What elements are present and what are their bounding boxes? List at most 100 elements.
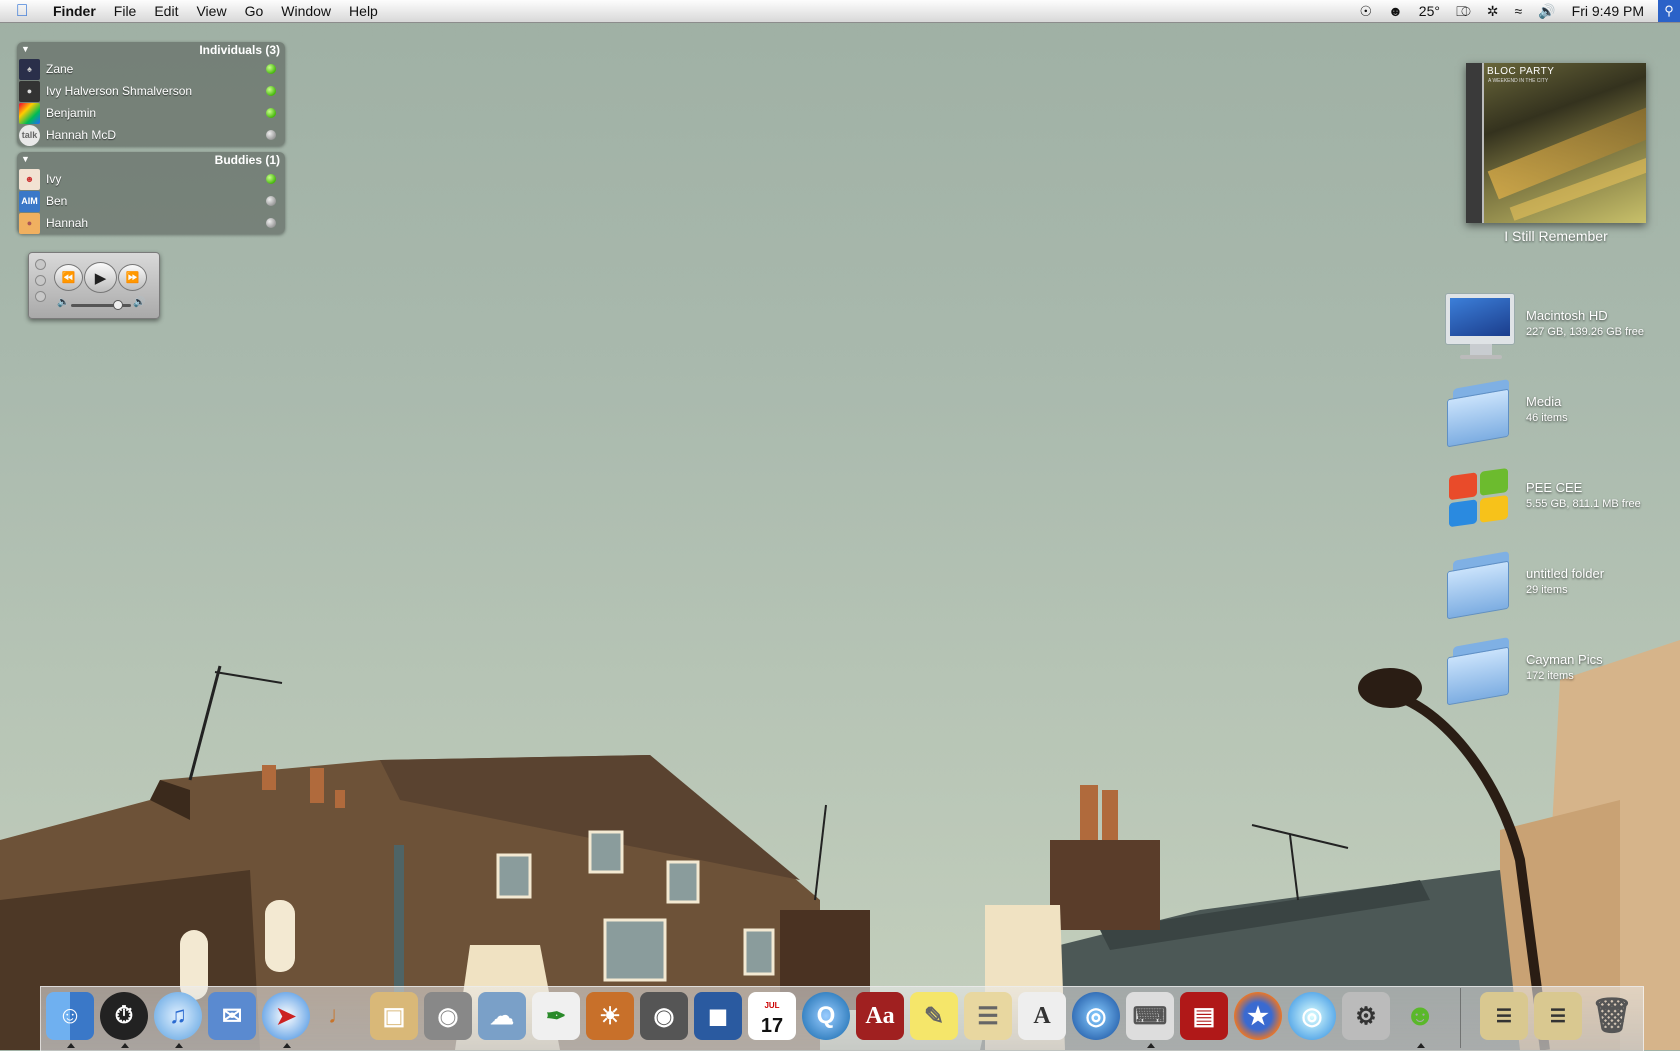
preview-icon: ▣ <box>370 992 418 1040</box>
menu-window[interactable]: Window <box>272 0 340 22</box>
group-header[interactable]: ▼ Individuals (3) <box>17 42 285 58</box>
menu-view[interactable]: View <box>187 0 235 22</box>
next-track-button[interactable]: ⏩ <box>118 264 147 291</box>
dock-notes-stack[interactable]: ☰ <box>1478 990 1530 1046</box>
dock-apps: ☺ ⏱ ♫ ✉ ➤ ♩ ▣ ◉ ☁ ✒ ☀ ◉ ◼ JUL 17 Q Aa ✎ ☰… <box>44 990 1446 1048</box>
play-button[interactable]: ▶ <box>84 262 117 293</box>
dock-garageband[interactable]: ♩ <box>314 990 366 1046</box>
calendar-month: JUL <box>764 1001 780 1010</box>
folder-icon <box>1443 634 1513 706</box>
buddy-row[interactable]: ● Hannah <box>17 212 285 234</box>
offline-status-icon <box>266 196 276 206</box>
desktop-icon-info: 46 items <box>1526 412 1568 424</box>
dock-finder[interactable]: ☺ <box>44 990 96 1048</box>
running-indicator <box>67 1043 75 1048</box>
imac-icon <box>1443 290 1515 360</box>
dock-dashboard[interactable]: ⏱ <box>98 990 150 1048</box>
buddy-row[interactable]: Benjamin <box>17 102 285 124</box>
buddy-row[interactable]: AIM Ben <box>17 190 285 212</box>
album-art-graphic <box>1487 96 1646 200</box>
close-window-button[interactable] <box>35 259 46 270</box>
desktop-icon-macintosh-hd[interactable]: Macintosh HD 227 GB, 139.26 GB free <box>1443 290 1673 360</box>
menu-go[interactable]: Go <box>236 0 273 22</box>
font-book-icon: A <box>1018 992 1066 1040</box>
dock-front-row[interactable]: ▤ <box>1178 990 1230 1046</box>
dock-photo-booth[interactable]: ◉ <box>638 990 690 1046</box>
desktop-icon-cayman-pics[interactable]: Cayman Pics 172 items <box>1443 634 1673 706</box>
album-art-title: BLOC PARTY <box>1487 66 1555 77</box>
online-status-icon <box>266 64 276 74</box>
group-header[interactable]: ▼ Buddies (1) <box>17 152 285 168</box>
dock-adium[interactable]: ☻ <box>1394 990 1446 1048</box>
desktop-icon-pee-cee[interactable]: PEE CEE 5.55 GB, 811.1 MB free <box>1443 462 1673 532</box>
apple-menu-icon[interactable]:  <box>0 1 44 21</box>
album-art[interactable]: BLOC PARTY A WEEKEND IN THE CITY <box>1466 63 1646 223</box>
dock-mail[interactable]: ✉ <box>206 990 258 1046</box>
buddy-row[interactable]: ● Ivy Halverson Shmalverson <box>17 80 285 102</box>
adium-duck-icon: ☻ <box>1404 999 1436 1032</box>
dock-quicktime[interactable]: Q <box>800 990 852 1046</box>
dock-itunes[interactable]: ♫ <box>152 990 204 1048</box>
dock-pages[interactable]: ✒ <box>530 990 582 1046</box>
dock-dictionary[interactable]: Aa <box>854 990 906 1046</box>
disclosure-triangle-icon[interactable]: ▼ <box>21 154 30 164</box>
menu-file[interactable]: File <box>105 0 146 22</box>
menu-finder[interactable]: Finder <box>44 0 105 22</box>
aim-avatar: AIM <box>19 190 40 212</box>
dock-aperture[interactable]: ☀ <box>584 990 636 1046</box>
menu-clock[interactable]: Fri 9:49 PM <box>1564 0 1652 22</box>
front-row-icon: ▤ <box>1180 992 1228 1040</box>
volume-icon[interactable]: 🔊 <box>1530 0 1563 22</box>
dock-imovie[interactable]: ◼ <box>692 990 744 1046</box>
dock-trash[interactable]: 🗑 <box>1586 990 1638 1046</box>
weather-temperature[interactable]: 25° <box>1411 0 1448 22</box>
dock-preview[interactable]: ▣ <box>368 990 420 1046</box>
document-icon: ☰ <box>1480 992 1528 1040</box>
time-machine-icon[interactable]: ☉ <box>1352 0 1381 22</box>
buddy-row[interactable]: ♠ Zane <box>17 58 285 80</box>
dock-system-preferences[interactable]: ⚙ <box>1340 990 1392 1046</box>
desktop-icon-untitled-folder[interactable]: untitled folder 29 items <box>1443 548 1673 620</box>
volume-slider-knob[interactable] <box>113 300 123 310</box>
dock-documents-stack[interactable]: ☰ <box>1532 990 1584 1046</box>
dock-textedit[interactable]: ☰ <box>962 990 1014 1046</box>
dock-image-capture[interactable]: ◉ <box>422 990 474 1046</box>
disclosure-triangle-icon[interactable]: ▼ <box>21 44 30 54</box>
desktop-icon-media[interactable]: Media 46 items <box>1443 376 1673 448</box>
dock-network[interactable]: ◎ <box>1286 990 1338 1046</box>
dock-google-earth[interactable]: ◎ <box>1070 990 1122 1046</box>
dashboard-icon: ⏱ <box>100 992 148 1040</box>
wifi-icon[interactable]: ≈ <box>1507 0 1531 22</box>
bluetooth-icon[interactable]: ✲ <box>1479 0 1507 22</box>
system-profiler-icon: ⌨ <box>1126 992 1174 1040</box>
buddy-row[interactable]: talk Hannah McD <box>17 124 285 146</box>
running-indicator <box>121 1043 129 1048</box>
dock-font-book[interactable]: A <box>1016 990 1068 1046</box>
previous-track-button[interactable]: ⏪ <box>54 264 83 291</box>
dock-firefox[interactable]: ★ <box>1232 990 1284 1046</box>
dock-iphoto[interactable]: ☁ <box>476 990 528 1046</box>
menu-help[interactable]: Help <box>340 0 387 22</box>
offline-status-icon <box>266 130 276 140</box>
trash-icon: 🗑 <box>1590 997 1634 1035</box>
dock-system-profiler[interactable]: ⌨ <box>1124 990 1176 1048</box>
running-indicator <box>283 1043 291 1048</box>
buddy-name: Ivy <box>46 172 62 186</box>
adium-status-icon[interactable]: ☻ <box>1380 0 1411 22</box>
dock-safari[interactable]: ➤ <box>260 990 312 1048</box>
buddy-row[interactable]: ☻ Ivy <box>17 168 285 190</box>
stickies-icon: ✎ <box>910 992 958 1040</box>
dock-stickies[interactable]: ✎ <box>908 990 960 1046</box>
zoom-window-button[interactable] <box>35 291 46 302</box>
iphoto-icon: ☁ <box>478 992 526 1040</box>
buddy-avatar <box>19 102 40 124</box>
headphones-icon[interactable]: ⎄ <box>1448 0 1479 22</box>
spotlight-icon[interactable]: ⚲ <box>1658 0 1680 22</box>
buddy-name: Ben <box>46 194 68 208</box>
itunes-icon: ♫ <box>154 992 202 1040</box>
running-indicator <box>1147 1043 1155 1048</box>
dock-ical[interactable]: JUL 17 <box>746 990 798 1046</box>
menu-edit[interactable]: Edit <box>145 0 187 22</box>
minimize-window-button[interactable] <box>35 275 46 286</box>
document-icon: ☰ <box>1534 992 1582 1040</box>
